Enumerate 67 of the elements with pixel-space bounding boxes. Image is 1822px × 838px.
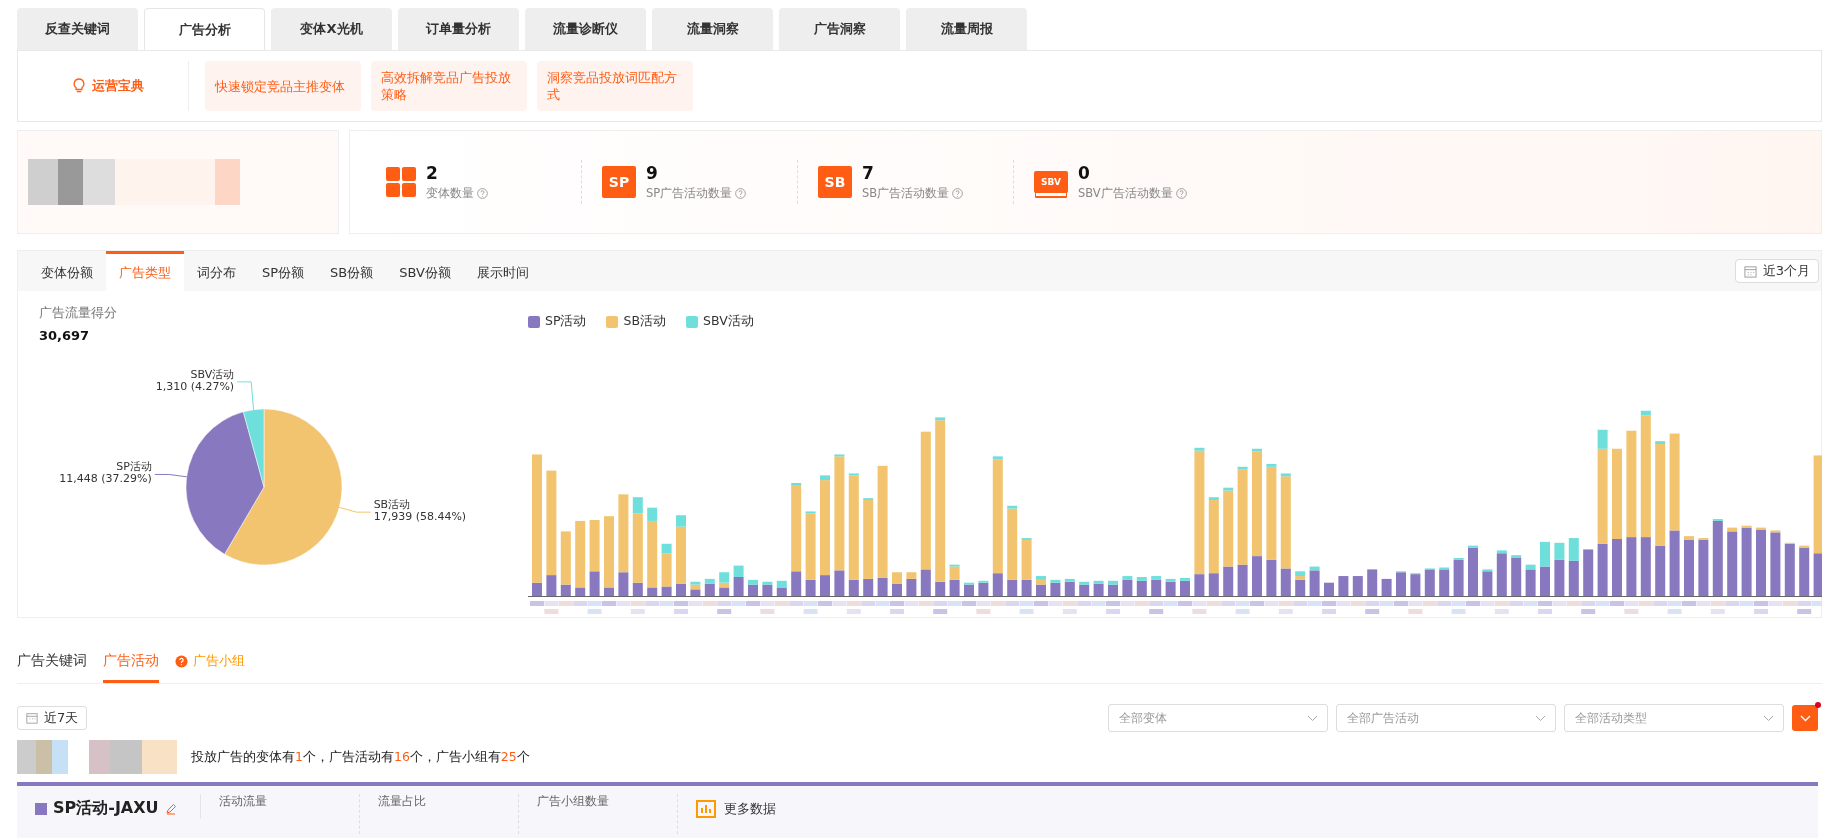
help-icon[interactable] <box>1175 188 1187 199</box>
page-tab[interactable]: 流量诊断仪 <box>525 8 646 50</box>
legend-label[interactable]: SB活动 <box>623 313 666 330</box>
dropdown-button[interactable] <box>1792 705 1818 731</box>
page-tab[interactable]: 广告分析 <box>144 8 265 50</box>
page-tab[interactable]: 订单量分析 <box>398 8 519 50</box>
metric-label: 活动流量 <box>219 794 267 808</box>
ad-type-badge: SP <box>602 166 636 198</box>
stat-value: 7 <box>862 163 875 183</box>
page-tab[interactable]: 广告洞察 <box>779 8 900 50</box>
stat-label: SBV广告活动数量 <box>1078 186 1173 201</box>
chart-tab[interactable]: SP份额 <box>249 251 318 291</box>
leader-line <box>154 473 188 478</box>
summary-text: 投放广告的变体有1个，广告活动有16个，广告小组有25个 <box>191 748 530 766</box>
pencil-icon[interactable] <box>164 802 177 815</box>
chevron-down-icon <box>1799 714 1811 722</box>
pie-slice[interactable] <box>243 408 265 488</box>
filter-select[interactable]: 全部变体 <box>1108 704 1328 732</box>
chevron-down-icon <box>1307 715 1318 722</box>
help-icon[interactable] <box>735 188 747 199</box>
chart-tab[interactable]: SBV份额 <box>386 251 464 291</box>
metric-label: 流量占比 <box>378 794 426 808</box>
score-label: 广告流量得分 <box>39 305 118 322</box>
stat-label: SP广告活动数量 <box>646 186 733 201</box>
score-value: 30,697 <box>39 328 91 343</box>
chart-tab[interactable]: 变体份额 <box>28 251 106 291</box>
metric-label: 广告小组数量 <box>537 794 609 808</box>
pie-slice[interactable] <box>224 408 343 566</box>
stat-value: 0 <box>1078 163 1091 183</box>
stat-value: 2 <box>426 163 439 183</box>
section-tab[interactable]: 广告关键词 <box>17 652 87 683</box>
notification-dot <box>1815 702 1821 708</box>
page-tab[interactable]: 变体X光机 <box>271 8 392 50</box>
date-range-button[interactable]: 近3个月 <box>1734 259 1819 283</box>
chart-tab[interactable]: 词分布 <box>184 251 249 291</box>
slice-label: SB活动 17,939 (58.44%) <box>373 498 467 524</box>
legend-label[interactable]: SP活动 <box>545 313 587 330</box>
help-icon[interactable] <box>477 188 488 199</box>
slice-label: SBV活动 1,310 (4.27%) <box>155 367 235 393</box>
leader-line <box>236 381 255 411</box>
date-button[interactable]: 近7天 <box>17 706 88 730</box>
chart-tab[interactable]: 展示时间 <box>463 251 542 291</box>
stat-value: 9 <box>646 163 659 183</box>
filter-select[interactable]: 全部活动类型 <box>1564 704 1784 732</box>
stat-label: SB广告活动数量 <box>862 186 950 201</box>
stat-label: 变体数量 <box>426 186 474 201</box>
pie-slice[interactable] <box>185 411 265 555</box>
bar-chart-icon[interactable] <box>696 800 716 818</box>
slice-label: SP活动 11,448 (37.29%) <box>59 460 152 486</box>
more-data-link[interactable]: 更多数据 <box>724 800 776 818</box>
guide-title: 运营宝典 <box>92 77 144 95</box>
grid-icon <box>386 167 416 197</box>
filter-select[interactable]: 全部广告活动 <box>1336 704 1556 732</box>
page-tab[interactable]: 流量周报 <box>906 8 1027 50</box>
chevron-down-icon <box>1535 715 1546 722</box>
chart-tab[interactable]: SB份额 <box>317 251 387 291</box>
legend-label[interactable]: SBV活动 <box>703 313 754 330</box>
page-tab[interactable]: 反查关键词 <box>17 8 138 50</box>
campaign-name: SP活动-JAXU <box>53 798 159 819</box>
calendar-icon <box>26 712 38 724</box>
help-icon[interactable] <box>952 188 964 199</box>
ad-type-badge: SB <box>818 166 852 198</box>
calendar-icon <box>1743 264 1757 278</box>
page-tab[interactable]: 流量洞察 <box>652 8 773 50</box>
chevron-down-icon <box>1763 715 1774 722</box>
leader-line <box>338 506 372 513</box>
lightbulb-icon <box>72 78 86 94</box>
